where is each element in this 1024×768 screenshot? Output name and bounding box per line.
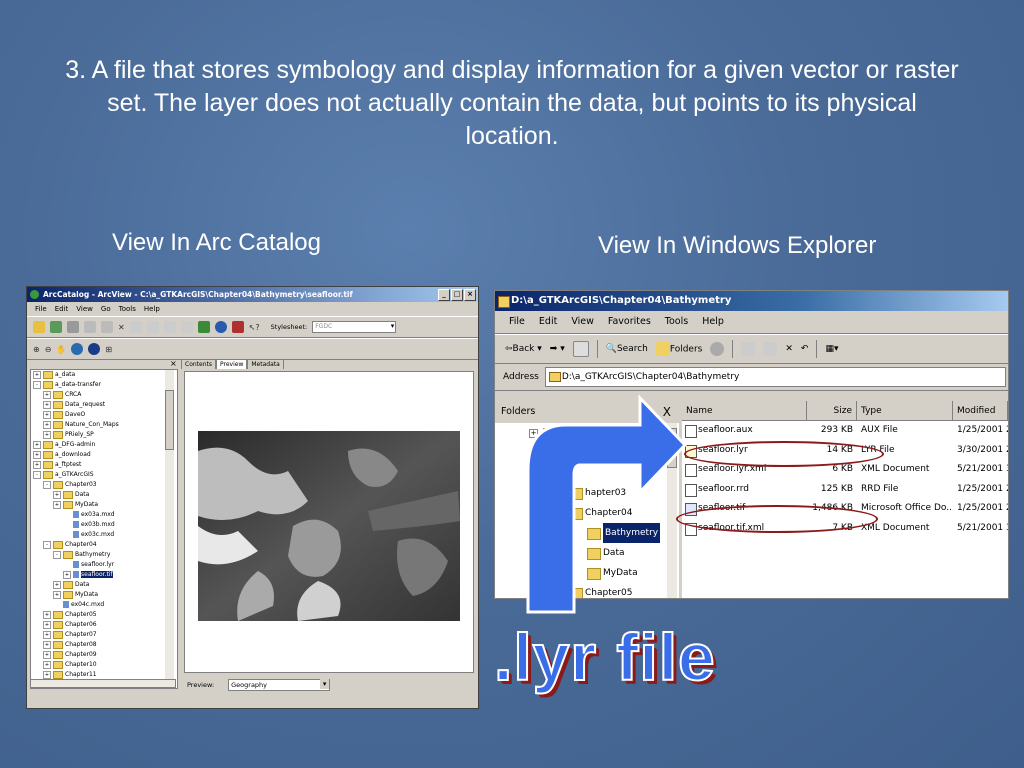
lyr-file-label: .lyr file [493, 620, 716, 694]
